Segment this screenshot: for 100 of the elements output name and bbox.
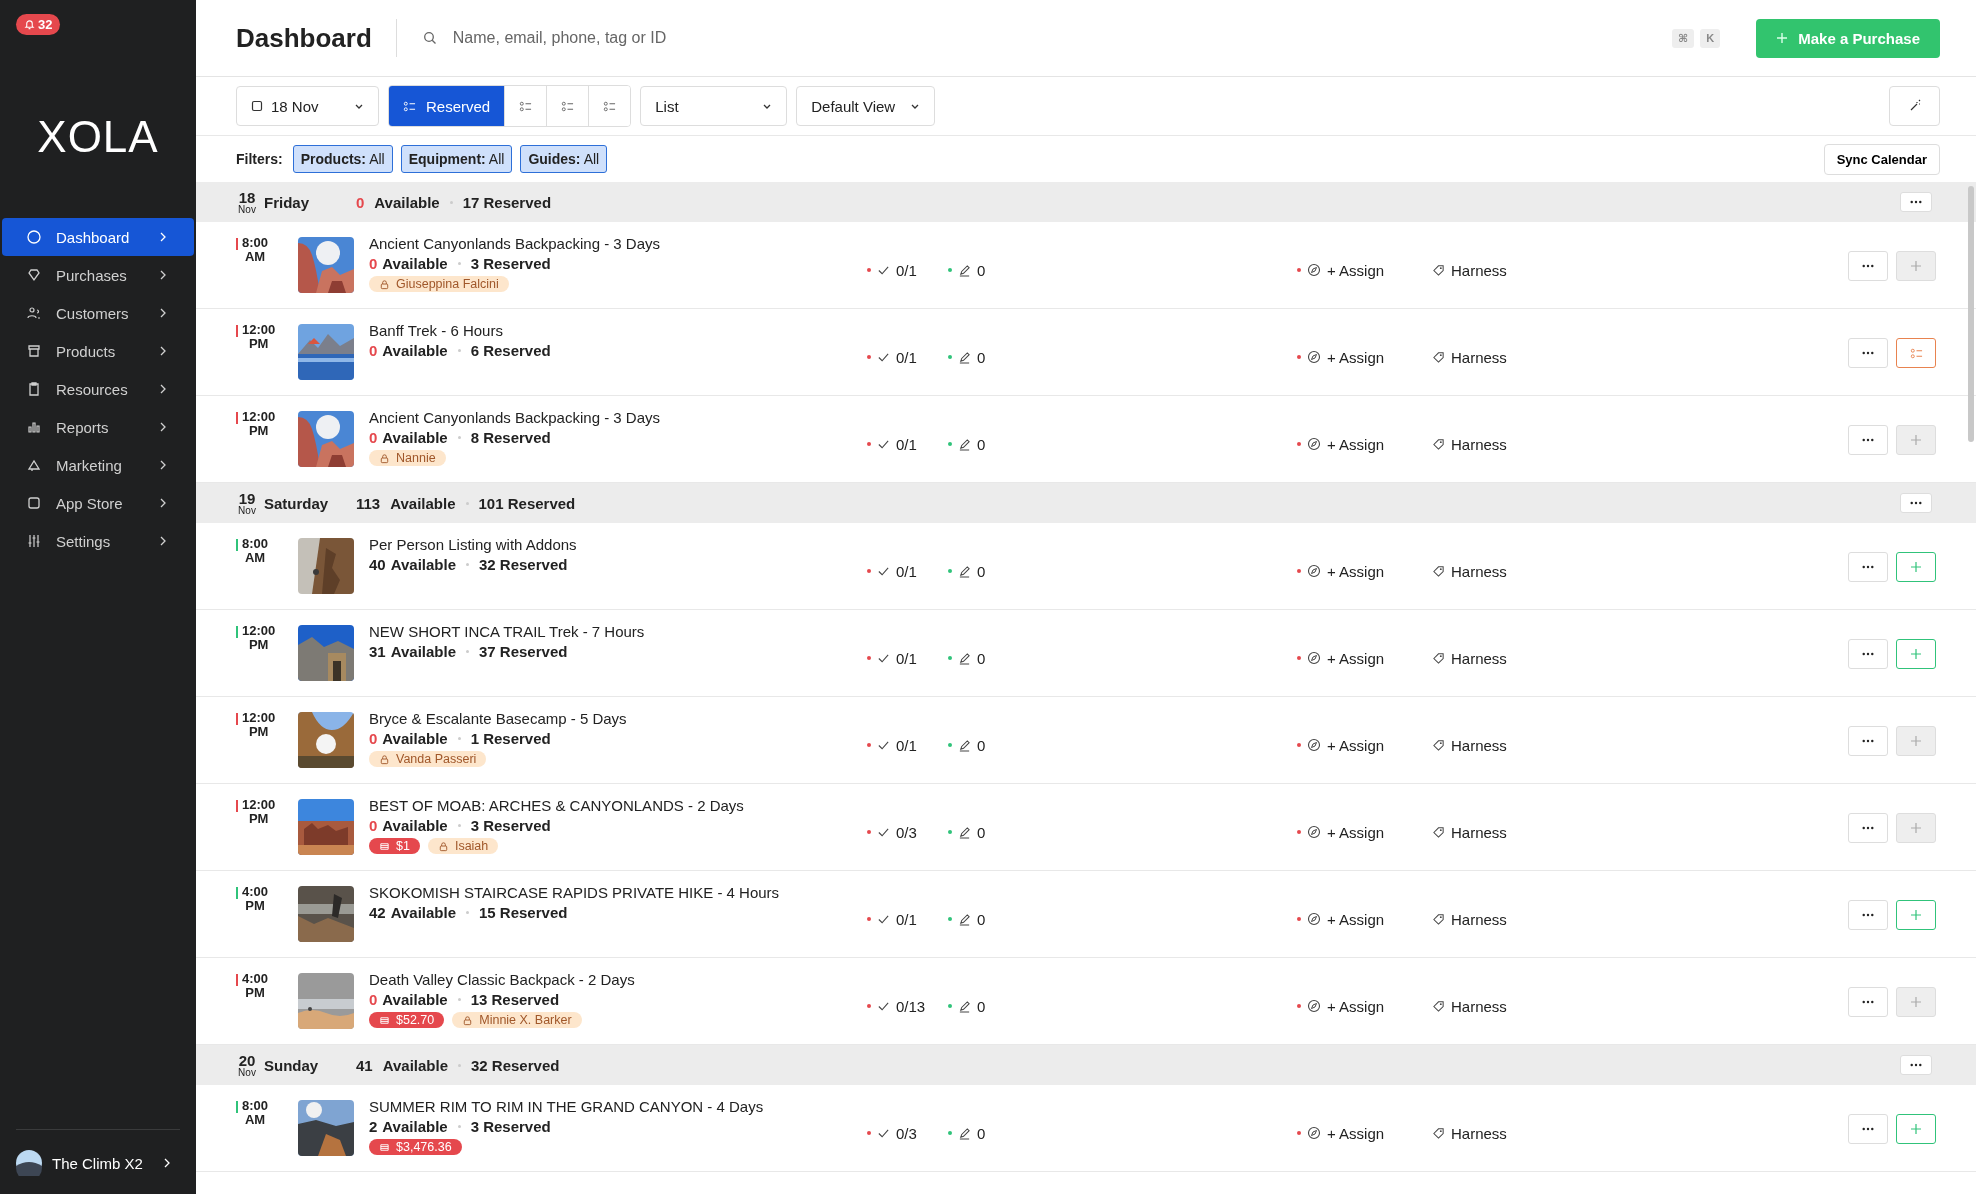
available-count: 42 [369,904,386,921]
more-button[interactable] [1848,1114,1888,1144]
assign-link[interactable]: + Assign [1327,435,1385,453]
sidebar-item[interactable]: Marketing [2,446,194,484]
lock-icon [462,1014,474,1026]
assign-link[interactable]: + Assign [1327,348,1385,366]
payment-tag: $52.70 [369,1012,445,1028]
view-tab[interactable]: Reserved [389,86,505,126]
assign-link[interactable]: + Assign [1327,823,1385,841]
day-number: 19 [238,490,256,506]
plus-icon [1910,909,1922,921]
more-icon [1862,826,1874,830]
add-booking-button[interactable] [1896,900,1936,930]
more-button[interactable] [1848,726,1888,756]
more-button[interactable] [1848,987,1888,1017]
payment-tag: $1 [369,838,420,854]
more-button[interactable] [1848,552,1888,582]
event-title[interactable]: Per Person Listing with Addons [369,536,867,553]
filter-chip[interactable]: Equipment: All [400,145,513,173]
assign-link[interactable]: + Assign [1327,910,1385,928]
add-booking-button[interactable] [1896,639,1936,669]
compass-icon [1307,564,1321,578]
more-icon [1862,565,1874,569]
reserved-count: 13 Reserved [470,991,560,1008]
more-button[interactable] [1900,192,1932,212]
more-button[interactable] [1848,338,1888,368]
date-dropdown[interactable]: 18 Nov [236,86,379,126]
sidebar-item[interactable]: Resources [2,370,194,408]
chevron-icon [158,270,168,280]
filter-chip[interactable]: Guides: All [520,145,608,173]
notes-count: 0 [977,736,986,754]
event-title[interactable]: Death Valley Classic Backpack - 2 Days [369,971,867,988]
event-title[interactable]: BEST OF MOAB: ARCHES & CANYONLANDS - 2 Days [369,797,867,814]
account-switcher[interactable]: The Climb X2 [16,1129,180,1194]
more-button[interactable] [1848,813,1888,843]
sidebar-item[interactable]: Products [2,332,194,370]
event-title[interactable]: Ancient Canyonlands Backpacking - 3 Days [369,409,867,426]
tag-icon [1432,651,1445,665]
add-booking-button[interactable] [1896,338,1936,368]
sidebar-item[interactable]: Reports [2,408,194,446]
pencil-icon [958,912,971,926]
assign-link[interactable]: + Assign [1327,736,1385,754]
chevron-icon [158,346,168,356]
more-button[interactable] [1900,1055,1932,1075]
more-icon [1862,652,1874,656]
equipment-label: Harness [1451,261,1507,279]
assign-link[interactable]: + Assign [1327,562,1385,580]
view-tab[interactable] [588,86,631,126]
sidebar-item[interactable]: Purchases [2,256,194,294]
event-title[interactable]: SKOKOMISH STAIRCASE RAPIDS PRIVATE HIKE - 4 Hours [369,884,867,901]
nav-icon [26,343,42,359]
assign-link[interactable]: + Assign [1327,649,1385,667]
filter-chip[interactable]: Products: All [292,145,393,173]
event-time: 8:00 [242,537,269,551]
more-icon [1910,200,1922,204]
event-period: PM [248,337,269,351]
assign-link[interactable]: + Assign [1327,1124,1385,1142]
notes-count: 0 [977,910,986,928]
more-button[interactable] [1900,493,1932,513]
checkin-count: 0/1 [896,435,917,453]
notes-count: 0 [977,823,986,841]
reserved-count: 1 Reserved [470,730,551,747]
event-title[interactable]: NEW SHORT INCA TRAIL Trek - 7 Hours [369,623,867,640]
assign-link[interactable]: + Assign [1327,261,1385,279]
event-title[interactable]: Bryce & Escalante Basecamp - 5 Days [369,710,867,727]
pencil-icon [958,999,971,1013]
search-icon [422,31,437,45]
scrollbar[interactable] [1968,186,1974,442]
compass-icon [1307,651,1321,665]
sidebar-item[interactable]: Dashboard [2,218,194,256]
add-booking-button[interactable] [1896,1114,1936,1144]
available-label: Available [382,342,448,359]
available-label: Available [382,817,448,834]
search-field[interactable]: Name, email, phone, tag or ID [450,28,875,48]
event-title[interactable]: SUMMER RIM TO RIM IN THE GRAND CANYON - 4 Days [369,1098,867,1115]
equipment-label: Harness [1451,736,1507,754]
more-button[interactable] [1848,251,1888,281]
more-button[interactable] [1848,425,1888,455]
event-title[interactable]: Ancient Canyonlands Backpacking - 3 Days [369,235,867,252]
saved-view-dropdown[interactable]: Default View [796,86,936,126]
more-button[interactable] [1848,900,1888,930]
event-period: PM [248,725,269,739]
add-booking-button[interactable] [1896,552,1936,582]
sidebar-item[interactable]: Customers [2,294,194,332]
available-count: 0 [369,342,378,359]
event-title[interactable]: Banff Trek - 6 Hours [369,322,867,339]
sidebar-item[interactable]: App Store [2,484,194,522]
assign-link[interactable]: + Assign [1327,997,1385,1015]
sync-calendar-button[interactable]: Sync Calendar [1823,143,1940,175]
more-button[interactable] [1848,639,1888,669]
available-count: 2 [369,1118,378,1135]
pencil-icon [958,564,971,578]
notes-count: 0 [977,261,986,279]
layout-dropdown[interactable]: List [640,86,788,126]
notification-badge[interactable]: 32 [16,14,61,35]
event-period: AM [244,1113,266,1127]
compass-icon [1307,738,1321,752]
magic-wand-button[interactable] [1889,86,1940,126]
sidebar-item[interactable]: Settings [2,522,194,560]
checkin-count: 0/1 [896,649,917,667]
